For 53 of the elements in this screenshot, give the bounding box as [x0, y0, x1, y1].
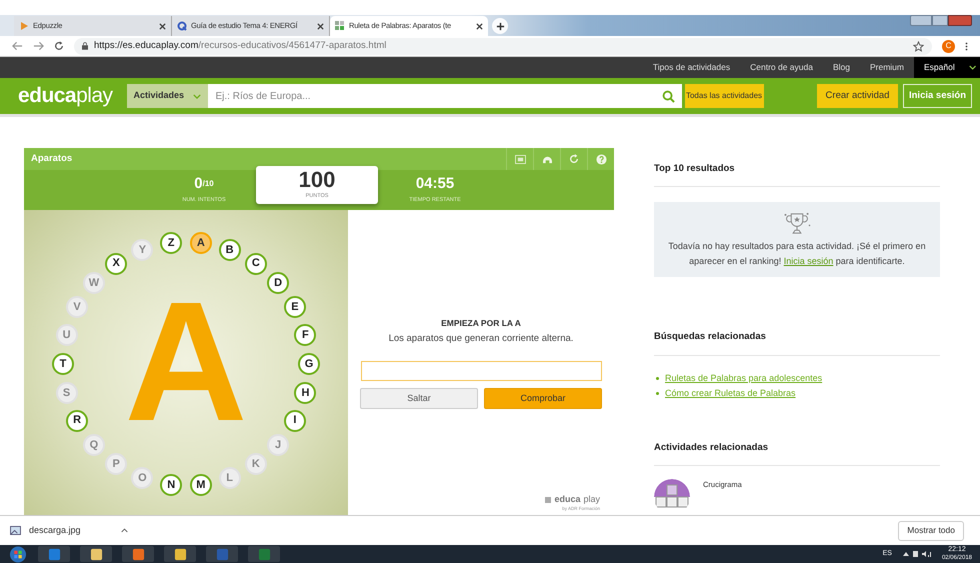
check-button[interactable]: Comprobar: [484, 388, 602, 409]
close-icon[interactable]: [317, 22, 324, 30]
close-icon[interactable]: [476, 22, 483, 30]
all-activities-button[interactable]: Todas las actividades: [684, 84, 764, 108]
magnifier-icon: [177, 21, 187, 31]
points-value: 100: [298, 168, 336, 192]
brand-logo: educa play: [545, 492, 600, 506]
section-heading: Actividades relacionadas: [654, 440, 940, 466]
download-filename[interactable]: descarga.jpg: [29, 524, 81, 538]
game-title: Aparatos: [31, 152, 74, 166]
forward-icon[interactable]: [33, 41, 44, 51]
empty-results-text: Todavía no hay resultados para esta actividad. ¡Sé el primero en aparecer en el ranking! Inicia sesión para identificarte.: [667, 240, 927, 268]
restart-icon[interactable]: [569, 154, 579, 164]
image-file-icon: [10, 526, 21, 535]
tray-icons[interactable]: [902, 550, 932, 558]
create-activity-button[interactable]: Crear actividad: [817, 84, 898, 108]
close-icon[interactable]: [159, 22, 166, 30]
language-selector[interactable]: Español: [914, 57, 980, 78]
play-icon: [19, 21, 29, 31]
nav-link[interactable]: Tipos de actividades: [642, 61, 740, 74]
window-controls[interactable]: [910, 15, 972, 26]
trophy-icon: [782, 210, 812, 236]
search-field[interactable]: Ej.: Ríos de Europa...: [208, 84, 656, 108]
new-tab-button[interactable]: [492, 18, 508, 34]
current-letter: A: [124, 277, 248, 447]
chevron-up-icon[interactable]: [120, 528, 128, 533]
reload-icon[interactable]: [54, 41, 64, 51]
section-heading: Top 10 resultados: [654, 162, 940, 188]
nav-link[interactable]: Centro de ayuda: [740, 61, 823, 74]
address-field[interactable]: https://es.educaplay.com/recursos-educativos/4561477-aparatos.html: [74, 38, 932, 54]
star-icon[interactable]: [913, 40, 924, 52]
chevron-down-icon: [192, 94, 201, 98]
section-heading: Búsquedas relacionadas: [654, 330, 940, 356]
question-text: Los aparatos que generan corriente alterna.: [388, 332, 574, 346]
chevron-down-icon: [968, 65, 976, 70]
lock-icon: [82, 42, 88, 50]
answer-field[interactable]: [360, 361, 602, 381]
grid-icon: [335, 21, 345, 31]
start-button[interactable]: [8, 546, 28, 562]
show-all-button[interactable]: Mostrar todo: [898, 520, 964, 540]
plus-icon: [496, 22, 504, 30]
category-dropdown[interactable]: Actividades: [126, 84, 208, 108]
more-icon[interactable]: [965, 40, 968, 52]
skip-button[interactable]: Saltar: [360, 388, 478, 409]
back-icon[interactable]: [12, 41, 23, 51]
nav-link[interactable]: Blog: [822, 61, 860, 74]
url-text: https://es.educaplay.com/recursos-educativos/4561477-aparatos.html: [94, 38, 386, 53]
bullet-icon: [656, 392, 659, 396]
nav-link[interactable]: Premium: [860, 61, 914, 74]
time-remaining: 04:55: [416, 176, 454, 192]
question-heading: EMPIEZA POR LA A: [441, 317, 521, 330]
bullet-icon: [656, 376, 659, 380]
search-icon[interactable]: [662, 90, 676, 102]
